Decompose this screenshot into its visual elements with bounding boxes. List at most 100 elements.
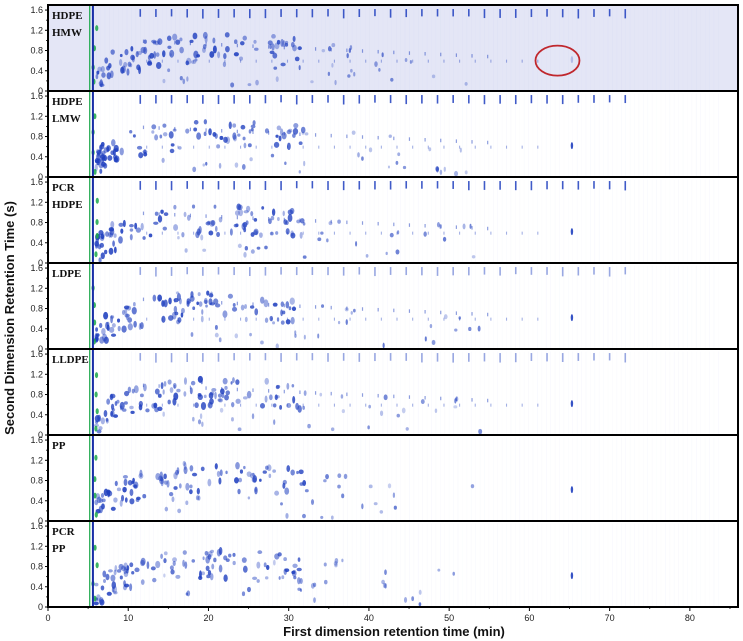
x-tick-label: 20 — [203, 613, 213, 623]
analyte-peak — [192, 416, 195, 422]
analyte-peak — [328, 221, 333, 226]
analyte-peak — [239, 469, 244, 474]
analyte-peak — [235, 379, 240, 385]
analyte-peak — [296, 470, 299, 475]
y-tick-label: 1.6 — [30, 177, 43, 187]
analyte-peak — [393, 505, 397, 510]
analyte-peak — [268, 473, 272, 479]
analyte-peak — [179, 46, 184, 54]
analyte-peak — [132, 134, 136, 138]
analyte-peak — [246, 471, 252, 478]
analyte-peak — [99, 168, 103, 174]
analyte-peak — [209, 573, 214, 581]
analyte-peak — [175, 291, 180, 295]
analyte-peak — [126, 305, 132, 311]
analyte-peak — [200, 380, 203, 385]
analyte-peak — [133, 320, 137, 328]
analyte-peak — [284, 487, 290, 495]
analyte-peak — [155, 560, 161, 569]
analyte-peak — [346, 53, 349, 59]
y-tick-label: 0.4 — [30, 324, 43, 334]
analyte-peak — [350, 68, 353, 73]
analyte-peak — [202, 556, 205, 561]
analyte-peak — [279, 405, 283, 410]
analyte-peak — [162, 389, 165, 395]
analyte-peak — [381, 52, 384, 58]
analyte-peak — [217, 393, 223, 398]
analyte-peak — [173, 224, 179, 231]
analyte-peak — [289, 207, 295, 215]
analyte-peak — [207, 478, 212, 487]
analyte-peak — [160, 209, 164, 214]
intense-peak — [94, 372, 99, 379]
analyte-peak — [302, 405, 305, 410]
analyte-peak — [232, 123, 237, 128]
late-peak — [570, 56, 574, 64]
analyte-peak — [218, 564, 223, 573]
analyte-peak — [189, 484, 193, 489]
analyte-peak — [163, 551, 168, 556]
analyte-peak — [104, 57, 109, 64]
analyte-peak — [272, 559, 276, 566]
analyte-peak — [233, 223, 239, 228]
analyte-peak — [225, 558, 230, 562]
analyte-peak — [123, 478, 128, 486]
analyte-peak — [443, 166, 446, 172]
analyte-peak — [357, 152, 360, 158]
analyte-peak — [290, 469, 295, 476]
analyte-peak — [138, 473, 144, 479]
analyte-peak — [218, 477, 222, 485]
analyte-peak — [337, 484, 341, 489]
analyte-peak — [347, 74, 351, 78]
analyte-peak — [274, 42, 280, 50]
analyte-peak — [471, 255, 476, 259]
analyte-peak — [307, 423, 311, 429]
analyte-peak — [296, 567, 302, 572]
analyte-peak — [113, 569, 117, 576]
analyte-peak — [185, 60, 190, 66]
analyte-peak — [243, 142, 247, 149]
analyte-peak — [402, 165, 407, 170]
analyte-peak — [140, 559, 145, 567]
analyte-peak — [129, 228, 134, 232]
analyte-peak — [327, 46, 332, 52]
analyte-peak — [162, 78, 166, 84]
analyte-peak — [462, 223, 466, 230]
analyte-peak — [337, 219, 341, 224]
analyte-peak — [272, 302, 278, 307]
analyte-peak — [264, 377, 269, 385]
analyte-peak — [214, 133, 218, 139]
analyte-peak — [173, 297, 179, 303]
analyte-peak — [255, 79, 259, 86]
analyte-peak — [107, 155, 113, 161]
analyte-peak — [153, 402, 158, 409]
analyte-peak — [264, 395, 268, 403]
analyte-peak — [116, 569, 122, 573]
x-axis-title: First dimension retention time (min) — [283, 624, 505, 639]
analyte-peak — [190, 332, 194, 337]
analyte-peak — [384, 569, 387, 576]
analyte-peak — [138, 404, 143, 411]
analyte-peak — [189, 489, 193, 495]
analyte-peak — [282, 482, 286, 489]
analyte-peak — [182, 460, 186, 467]
analyte-peak — [327, 71, 331, 76]
analyte-peak — [345, 319, 348, 325]
analyte-peak — [293, 122, 299, 129]
analyte-peak — [219, 407, 224, 413]
analyte-peak — [301, 131, 305, 135]
analyte-peak — [229, 228, 233, 236]
analyte-peak — [104, 249, 108, 255]
analyte-peak — [423, 231, 427, 237]
analyte-peak — [140, 222, 144, 231]
analyte-peak — [403, 597, 408, 603]
analyte-peak — [101, 156, 106, 161]
analyte-peak — [454, 398, 457, 404]
analyte-peak — [239, 56, 244, 61]
analyte-peak — [219, 135, 224, 141]
analyte-peak — [200, 466, 205, 472]
analyte-peak — [182, 78, 186, 85]
analyte-peak — [119, 147, 124, 156]
analyte-peak — [95, 594, 101, 602]
y-tick-label: 0.8 — [30, 132, 43, 142]
